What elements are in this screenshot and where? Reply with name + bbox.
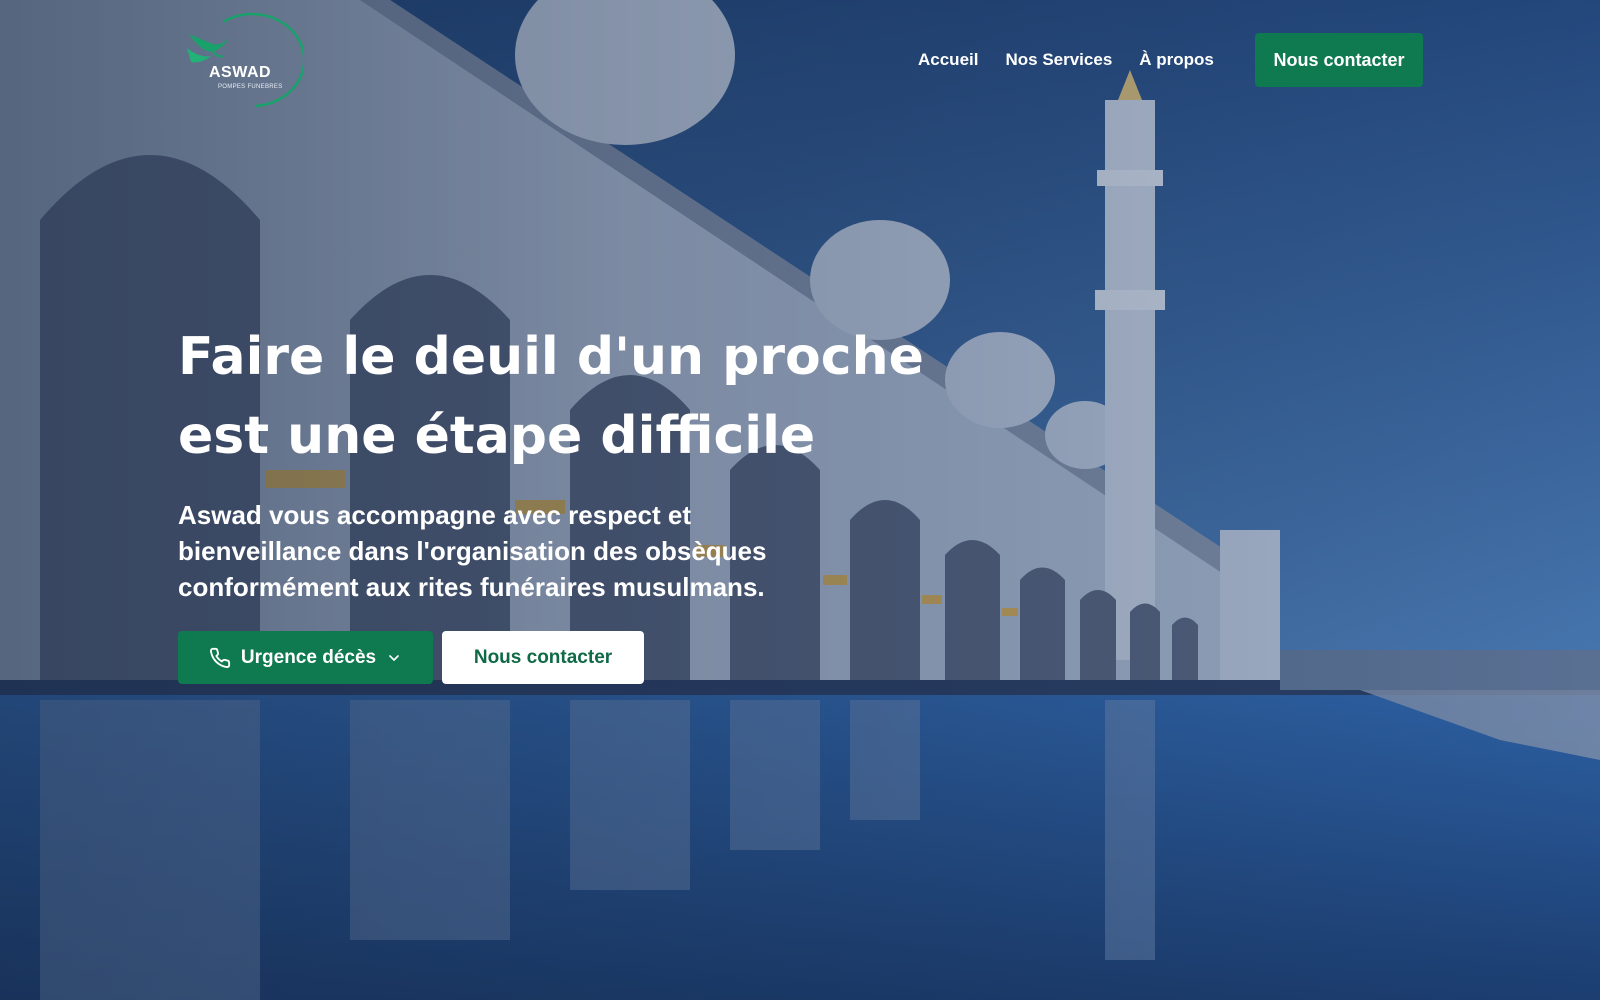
hero-headline-line-1: Faire le deuil d'un proche — [178, 327, 924, 387]
nav-a-propos[interactable]: À propos — [1139, 50, 1214, 70]
hero-subtext: Aswad vous accompagne avec respect et bi… — [178, 500, 767, 602]
logo-tagline: POMPES FUNEBRES — [218, 84, 283, 90]
nav-accueil[interactable]: Accueil — [918, 50, 978, 70]
logo-bird-icon — [187, 12, 303, 108]
aswad-logo[interactable]: ASWAD POMPES FUNEBRES — [183, 12, 303, 108]
hero-contact-button[interactable]: Nous contacter — [442, 631, 644, 684]
hero-section: ASWAD POMPES FUNEBRES Accueil Nos Servic… — [0, 0, 1600, 1000]
hero-headline-line-2: est une étape difficile — [178, 406, 816, 466]
phone-icon — [209, 647, 231, 669]
hero-headline: Faire le deuil d'un proche est une étape… — [178, 318, 938, 476]
logo-name: ASWAD — [209, 64, 272, 81]
header-contact-button[interactable]: Nous contacter — [1255, 33, 1423, 87]
hero-actions: Urgence décès Nous contacter — [178, 631, 644, 684]
chevron-down-icon — [386, 650, 402, 666]
urgence-deces-button[interactable]: Urgence décès — [178, 631, 433, 684]
urgence-deces-label: Urgence décès — [240, 646, 377, 668]
main-nav: Accueil Nos Services À propos — [918, 50, 1214, 70]
nav-nos-services[interactable]: Nos Services — [1005, 50, 1112, 70]
